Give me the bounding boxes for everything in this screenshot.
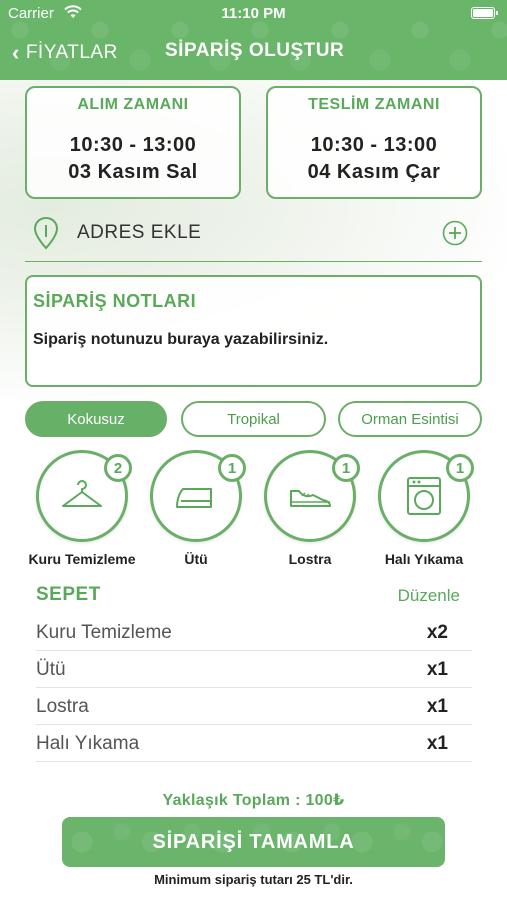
notes-title: SİPARİŞ NOTLARI: [33, 291, 197, 311]
pickup-date: 03 Kasım Sal: [68, 161, 198, 183]
count-badge: 1: [218, 454, 246, 482]
pickup-label: ALIM ZAMANI: [77, 96, 189, 113]
iron-icon: [176, 488, 212, 508]
count-badge: 2: [104, 454, 132, 482]
status-bar: Carrier 11:10 PM: [0, 0, 507, 28]
minimum-order-note: Minimum sipariş tutarı 25 TL'dir.: [154, 872, 353, 887]
scent-option-kokusuz[interactable]: Kokusuz: [25, 401, 167, 437]
service-lostra[interactable]: 1 Lostra: [260, 450, 360, 570]
hanger-icon: [62, 480, 102, 507]
cart-item-name: Ütü: [36, 659, 66, 680]
service-utu[interactable]: 1 Ütü: [146, 450, 246, 570]
delivery-time-box[interactable]: TESLİM ZAMANI 10:30 - 13:00 04 Kasım Çar: [266, 86, 482, 199]
count-badge: 1: [332, 454, 360, 482]
cart-row: Halı Yıkama x1: [36, 725, 472, 762]
scent-option-tropikal[interactable]: Tropikal: [181, 401, 326, 437]
pickup-time-box[interactable]: ALIM ZAMANI 10:30 - 13:00 03 Kasım Sal: [25, 86, 241, 199]
approx-total: Yaklaşık Toplam : 100₺: [162, 792, 345, 809]
address-row[interactable]: ADRES EKLE: [25, 210, 482, 262]
chevron-left-icon: ‹: [12, 40, 20, 65]
count-badge: 1: [446, 454, 474, 482]
cart-item-qty: x1: [426, 733, 448, 754]
battery-icon: [471, 7, 498, 19]
cart-item-name: Lostra: [36, 696, 89, 717]
scent-option-orman-esintisi[interactable]: Orman Esintisi: [338, 401, 482, 437]
add-address-button[interactable]: [442, 220, 468, 246]
cart-row: Kuru Temizleme x2: [36, 614, 472, 651]
pickup-hours: 10:30 - 13:00: [69, 134, 197, 156]
delivery-date: 04 Kasım Çar: [307, 161, 441, 183]
service-kuru-temizleme[interactable]: 2 Kuru Temizleme: [28, 450, 136, 570]
order-notes-field[interactable]: SİPARİŞ NOTLARI Sipariş notunuzu buraya …: [25, 275, 482, 387]
complete-order-button[interactable]: SİPARİŞİ TAMAMLA: [62, 817, 445, 867]
cart-item-qty: x2: [426, 622, 448, 643]
cart-item-name: Halı Yıkama: [36, 733, 140, 754]
cart-row: Lostra x1: [36, 688, 472, 725]
service-label: Kuru Temizleme: [28, 551, 136, 567]
delivery-hours: 10:30 - 13:00: [310, 134, 438, 156]
clock: 11:10 PM: [221, 5, 286, 22]
cart-item-name: Kuru Temizleme: [36, 622, 172, 643]
page-title: SİPARİŞ OLUŞTUR: [165, 40, 345, 61]
nav-bar: ‹ FİYATLAR SİPARİŞ OLUŞTUR: [0, 36, 507, 72]
cart-title: SEPET: [36, 584, 101, 605]
service-label: Ütü: [184, 551, 208, 567]
service-label: Halı Yıkama: [384, 551, 464, 567]
shoe-icon: [290, 490, 331, 507]
cart-item-qty: x1: [426, 696, 448, 717]
cart-list: Kuru Temizleme x2 Ütü x1 Lostra x1 Halı …: [36, 614, 472, 762]
main-content: ALIM ZAMANI 10:30 - 13:00 03 Kasım Sal T…: [0, 80, 507, 900]
location-pin-icon: [33, 216, 59, 250]
back-button-label: FİYATLAR: [25, 42, 118, 63]
back-button[interactable]: ‹ FİYATLAR: [12, 40, 118, 66]
delivery-label: TESLİM ZAMANI: [308, 96, 440, 113]
header: Carrier 11:10 PM ‹ FİYATLAR SİPARİŞ OLUŞ…: [0, 0, 507, 80]
service-hali-yikama[interactable]: 1 Halı Yıkama: [374, 450, 474, 570]
add-address-label: ADRES EKLE: [77, 222, 202, 243]
notes-placeholder: Sipariş notunuzu buraya yazabilirsiniz.: [33, 331, 329, 348]
service-label: Lostra: [288, 551, 332, 567]
cart-edit-button[interactable]: Düzenle: [398, 586, 460, 606]
cart-item-qty: x1: [426, 659, 448, 680]
washing-machine-icon: [407, 477, 441, 515]
cart-row: Ütü x1: [36, 651, 472, 688]
